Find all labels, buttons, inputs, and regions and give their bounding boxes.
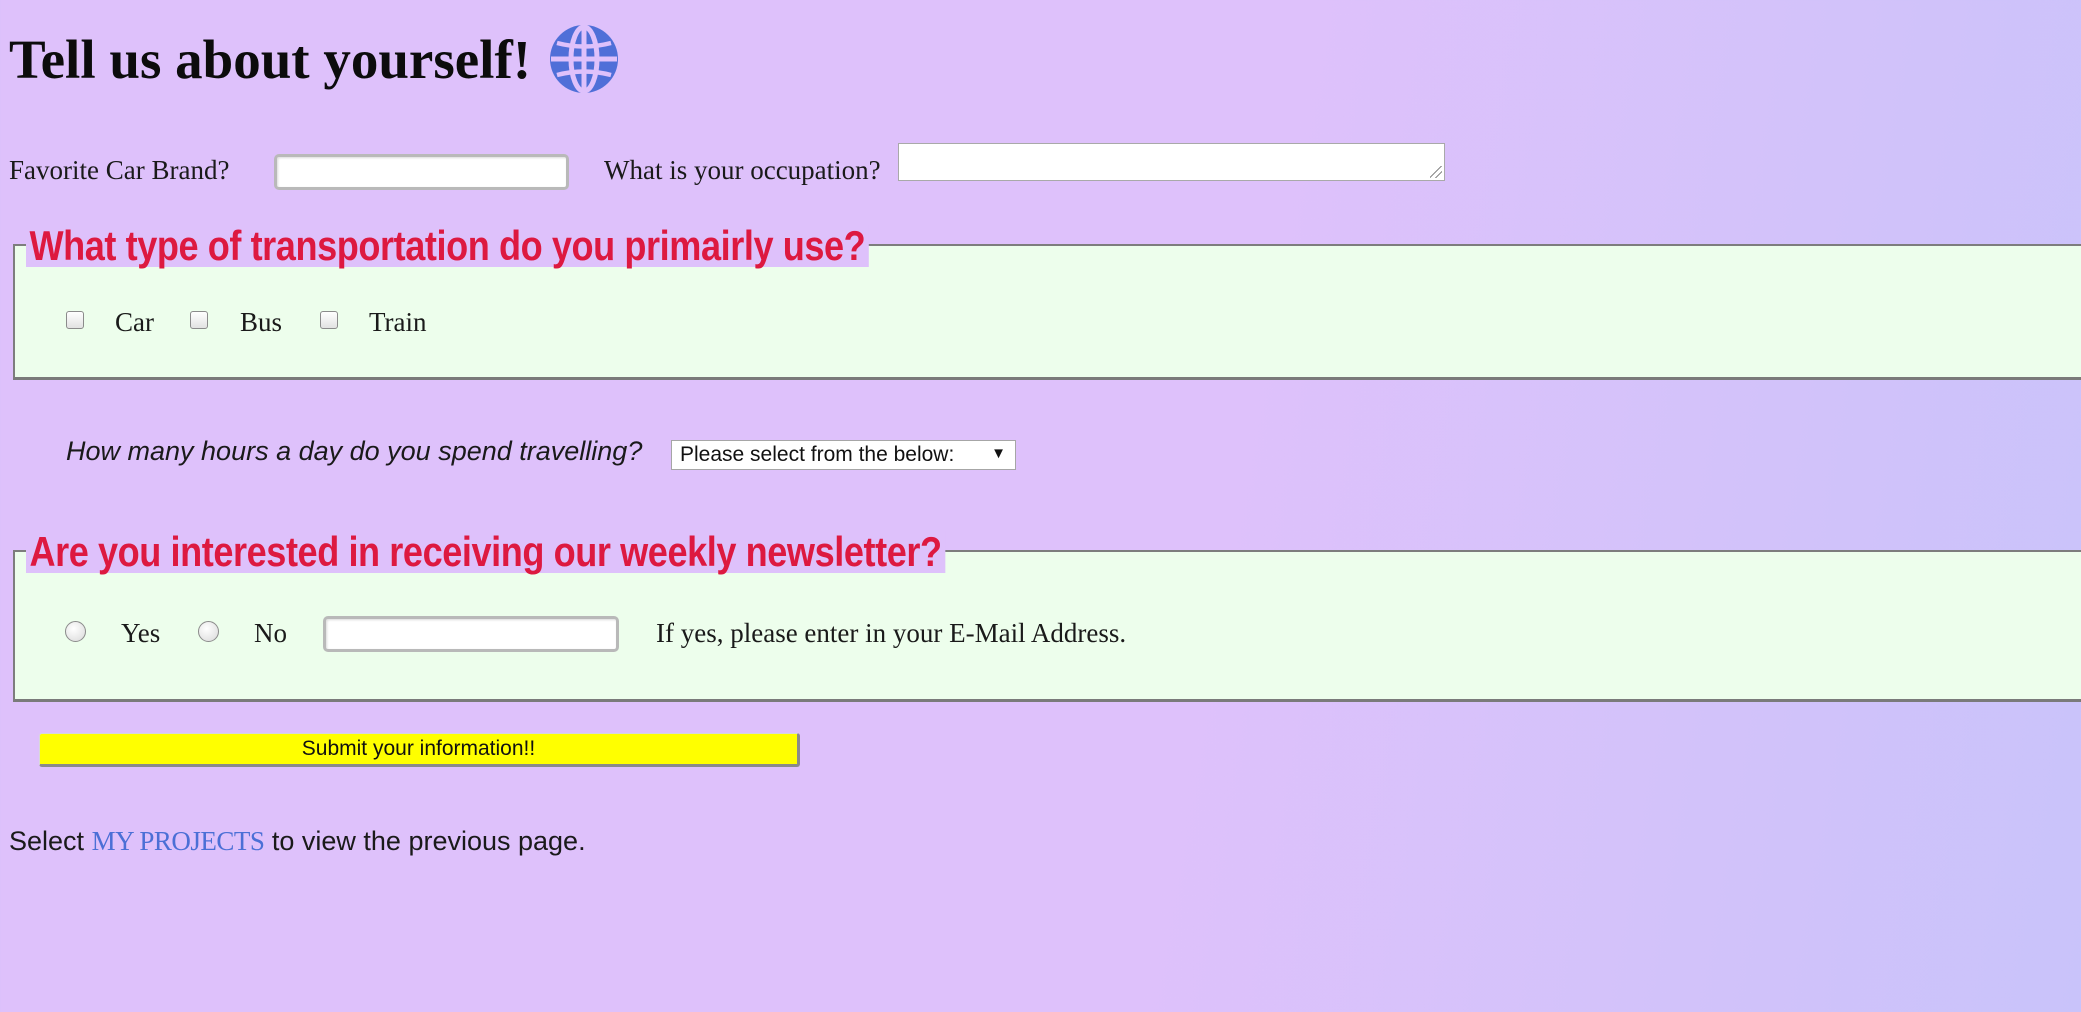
occupation-textarea[interactable] [898, 143, 1445, 181]
radio-label-no: No [254, 618, 287, 648]
radio-yes[interactable] [65, 621, 86, 642]
globe-icon [550, 24, 619, 94]
travel-hours-select[interactable]: Please select from the below: ▼ [671, 440, 1016, 470]
travel-hours-selected: Please select from the below: [680, 443, 955, 466]
car-brand-label: Favorite Car Brand? [9, 155, 230, 185]
newsletter-legend: Are you interested in receiving our week… [26, 531, 946, 573]
radio-label-yes: Yes [121, 618, 161, 648]
dropdown-arrow-icon: ▼ [991, 445, 1006, 462]
car-brand-input[interactable] [274, 154, 569, 190]
transportation-legend: What type of transportation do you prima… [26, 225, 869, 267]
footer-prefix: Select [9, 826, 85, 856]
checkbox-label-car: Car [115, 307, 154, 337]
email-field[interactable] [323, 616, 619, 652]
email-hint: If yes, please enter in your E-Mail Addr… [656, 618, 1127, 648]
submit-button[interactable]: Submit your information!! [39, 733, 800, 767]
radio-no[interactable] [198, 621, 219, 642]
my-projects-link[interactable]: MY PROJECTS [92, 826, 265, 856]
page-title: Tell us about yourself! [9, 28, 532, 90]
footer-text: Select MY PROJECTS to view the previous … [9, 826, 586, 857]
footer-suffix: to view the previous page. [271, 826, 586, 856]
travel-hours-label: How many hours a day do you spend travel… [66, 436, 643, 466]
checkbox-label-bus: Bus [240, 307, 283, 337]
checkbox-train[interactable] [320, 311, 338, 329]
checkbox-label-train: Train [369, 307, 427, 337]
page-header: Tell us about yourself! [9, 22, 619, 96]
resize-handle-icon[interactable] [1430, 166, 1442, 178]
checkbox-car[interactable] [66, 311, 84, 329]
checkbox-bus[interactable] [190, 311, 208, 329]
occupation-label: What is your occupation? [604, 155, 881, 185]
